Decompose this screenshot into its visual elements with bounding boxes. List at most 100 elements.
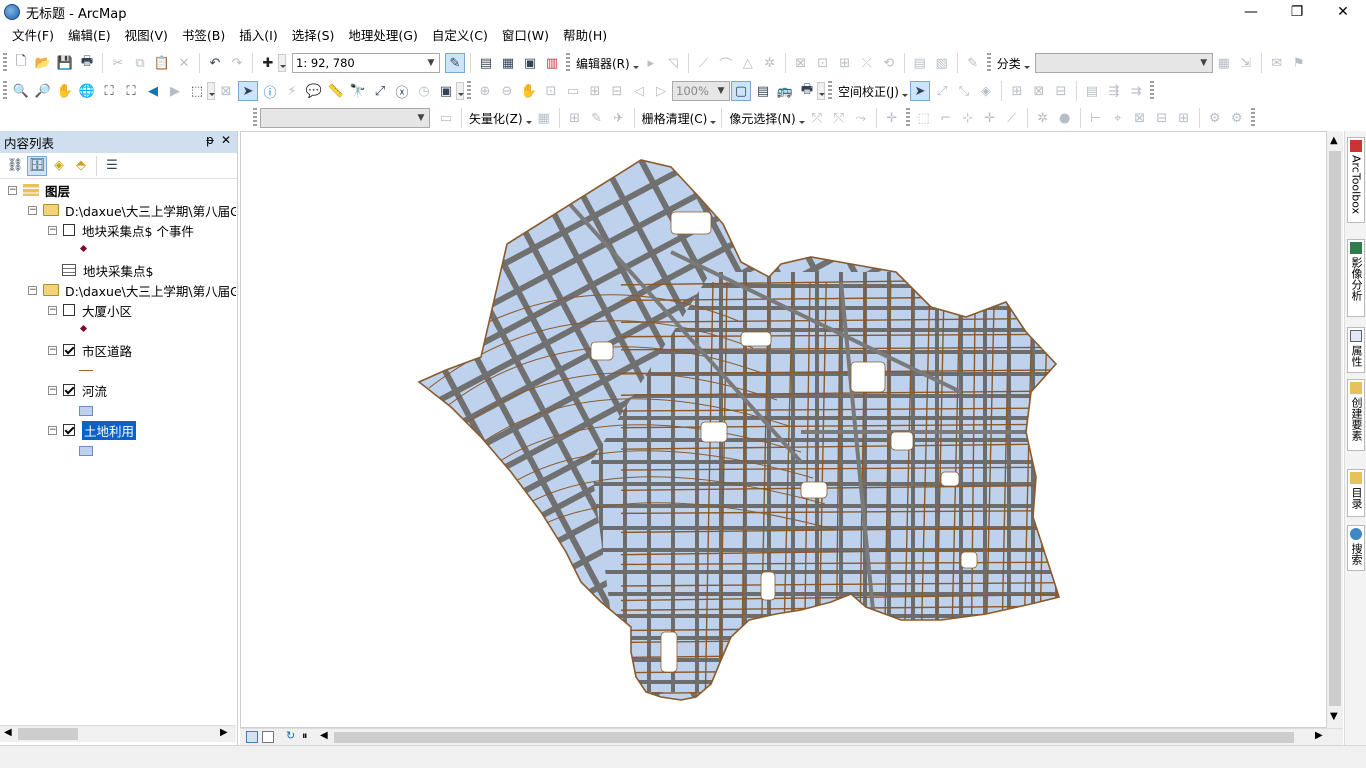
classification-layer-combo[interactable]: ▼ — [1034, 53, 1213, 73]
layer-name[interactable]: 市区道路 — [82, 341, 132, 360]
change-layout-icon[interactable]: 🚌 — [775, 81, 795, 101]
editor-toolbar-toggle-icon[interactable]: ✎ — [445, 53, 465, 73]
toc-options-icon[interactable]: ☰ — [102, 156, 122, 176]
data-driven-pages-icon[interactable]: 🖶 — [797, 81, 817, 101]
delete-icon[interactable]: ✕ — [174, 53, 194, 73]
menu-edit[interactable]: 编辑(E) — [62, 25, 117, 47]
scroll-right-icon[interactable]: ▶ — [220, 727, 228, 738]
close-icon[interactable]: ✕ — [221, 133, 231, 147]
point-symbol[interactable] — [79, 244, 88, 253]
scroll-thumb[interactable] — [334, 732, 1294, 743]
add-data-icon[interactable]: ✚ — [258, 53, 278, 73]
menu-selection[interactable]: 选择(S) — [286, 25, 341, 47]
layer-row-buildings[interactable]: − 大厦小区 — [48, 300, 132, 320]
point-symbol[interactable] — [79, 324, 88, 333]
focus-data-frame-icon[interactable]: ▤ — [753, 81, 773, 101]
dock-tab-arctoolbox[interactable]: ArcToolbox — [1347, 137, 1365, 223]
hyperlink-icon[interactable]: ⚡ — [282, 81, 302, 101]
close-button[interactable]: ✕ — [1320, 0, 1366, 24]
menu-windows[interactable]: 窗口(W) — [496, 25, 555, 47]
raster-layer-combo[interactable]: ▼ — [260, 108, 430, 128]
collapse-icon[interactable]: − — [48, 385, 57, 395]
land-use-layer[interactable] — [241, 132, 1326, 727]
cell-selection-menu[interactable]: 像元选择(N) — [726, 110, 798, 127]
menu-customize[interactable]: 自定义(C) — [426, 25, 494, 47]
list-by-visibility-icon[interactable]: ◈ — [49, 156, 69, 176]
folder-group-1[interactable]: − D:\daxue\大三上学期\第八届G — [28, 200, 236, 220]
layer-visibility-checkbox[interactable] — [63, 304, 75, 316]
map-scale-combo[interactable]: 1: 92, 780 ▼ — [292, 53, 440, 73]
layer-row-roads[interactable]: − 市区道路 — [48, 340, 132, 360]
raster-snapping-options-icon[interactable]: ▭ — [436, 108, 456, 128]
collapse-icon[interactable]: − — [48, 225, 57, 235]
collapse-icon[interactable]: − — [28, 285, 37, 295]
collapse-icon[interactable]: − — [28, 205, 37, 215]
new-document-icon[interactable]: 🗋 — [11, 53, 31, 73]
layer-row-rivers[interactable]: − 河流 — [48, 380, 107, 400]
pin-icon[interactable]: ᵽ — [206, 133, 214, 147]
layers-root[interactable]: − 图层 — [8, 180, 70, 200]
arctoolbox-window-icon[interactable]: ▥ — [542, 53, 562, 73]
classification-menu[interactable]: 分类 — [994, 55, 1024, 72]
menu-geoprocessing[interactable]: 地理处理(G) — [342, 25, 423, 47]
table-of-contents-window-icon[interactable]: ▤ — [476, 53, 496, 73]
paste-icon[interactable]: 📋 — [152, 53, 172, 73]
refresh-icon[interactable]: ↻ — [286, 729, 295, 742]
zoom-in-icon[interactable]: 🔍 — [11, 81, 31, 101]
select-features-icon[interactable]: ⬚ — [187, 81, 207, 101]
layout-view-icon[interactable] — [262, 731, 274, 743]
collapse-icon[interactable]: − — [8, 185, 17, 195]
identify-icon[interactable]: ⓘ — [260, 81, 280, 101]
map-canvas[interactable] — [241, 132, 1326, 727]
clear-selection-icon[interactable]: ⊠ — [216, 81, 236, 101]
create-viewer-icon[interactable]: ▣ — [436, 81, 456, 101]
menu-help[interactable]: 帮助(H) — [557, 25, 613, 47]
search-window-icon[interactable]: ▣ — [520, 53, 540, 73]
scroll-thumb[interactable] — [18, 728, 78, 740]
adjust-select-icon[interactable]: ➤ — [909, 81, 930, 101]
full-extent-icon[interactable]: 🌐 — [77, 81, 97, 101]
scroll-down-icon[interactable]: ▼ — [1330, 711, 1338, 722]
editor-menu[interactable]: 编辑器(R) — [573, 55, 633, 72]
polygon-symbol[interactable] — [79, 406, 93, 416]
list-by-source-icon[interactable]: 🗄 — [27, 155, 47, 176]
html-popup-icon[interactable]: 💬 — [304, 81, 324, 101]
menu-file[interactable]: 文件(F) — [6, 25, 60, 47]
print-icon[interactable]: 🖶 — [77, 53, 97, 73]
scroll-thumb[interactable] — [1329, 151, 1341, 706]
list-by-selection-icon[interactable]: ⬘ — [71, 156, 91, 176]
polygon-symbol[interactable] — [79, 446, 93, 456]
forward-extent-icon[interactable]: ▶ — [165, 81, 185, 101]
toolbar-grip[interactable] — [3, 53, 7, 73]
table-row-collection-points[interactable]: 地块采集点$ — [62, 260, 153, 280]
spatial-adjustment-menu[interactable]: 空间校正(J) — [835, 83, 902, 100]
table-name[interactable]: 地块采集点$ — [83, 261, 153, 280]
copy-icon[interactable]: ⧉ — [130, 53, 150, 73]
time-slider-icon[interactable]: ◷ — [414, 81, 434, 101]
list-by-drawing-order-icon[interactable]: ⛓ — [5, 156, 25, 176]
map-display[interactable] — [240, 131, 1327, 728]
menu-insert[interactable]: 插入(I) — [233, 25, 283, 47]
toggle-draft-mode-icon[interactable]: ▢ — [731, 81, 751, 101]
layer-visibility-checkbox[interactable] — [63, 224, 75, 236]
redo-icon[interactable]: ↷ — [227, 53, 247, 73]
layer-row-landuse[interactable]: − 土地利用 — [48, 420, 137, 440]
layer-visibility-checkbox[interactable] — [63, 344, 75, 356]
open-icon[interactable]: 📂 — [33, 53, 53, 73]
maximize-button[interactable]: ❐ — [1274, 0, 1320, 24]
menu-view[interactable]: 视图(V) — [119, 25, 174, 47]
fixed-zoom-in-icon[interactable]: ⛶ — [99, 81, 119, 101]
find-route-icon[interactable]: ⤢ — [370, 81, 390, 101]
layer-name[interactable]: 地块采集点$ 个事件 — [82, 221, 194, 240]
zoom-out-icon[interactable]: 🔎 — [33, 81, 53, 101]
scroll-right-icon[interactable]: ▶ — [1315, 730, 1323, 741]
layer-name-selected[interactable]: 土地利用 — [82, 420, 137, 440]
layer-name[interactable]: 大厦小区 — [82, 301, 132, 320]
dock-tab-attributes[interactable]: 属性 — [1347, 327, 1365, 373]
toc-horizontal-scrollbar[interactable]: ◀ ▶ — [0, 725, 236, 742]
save-icon[interactable]: 💾 — [55, 53, 75, 73]
menu-bookmarks[interactable]: 书签(B) — [176, 25, 231, 47]
map-vertical-scrollbar[interactable]: ▲ ▼ — [1327, 131, 1343, 728]
folder-group-2[interactable]: − D:\daxue\大三上学期\第八届G — [28, 280, 236, 300]
layer-name[interactable]: 河流 — [82, 381, 107, 400]
